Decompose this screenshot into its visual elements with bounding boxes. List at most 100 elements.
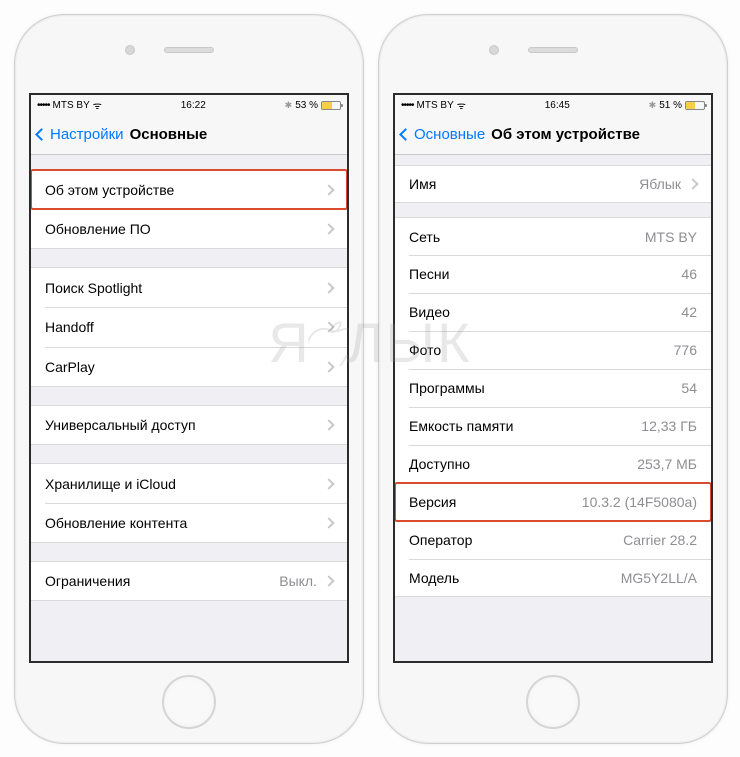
back-button[interactable]: Основные bbox=[401, 126, 485, 143]
table-row[interactable]: ИмяЯблык bbox=[395, 165, 711, 203]
table-row[interactable]: Об этом устройстве bbox=[31, 169, 347, 209]
cell-right bbox=[317, 519, 333, 527]
cell-label: Модель bbox=[409, 570, 459, 586]
table-row: ОператорCarrier 28.2 bbox=[395, 521, 711, 559]
back-label: Основные bbox=[414, 126, 485, 143]
table-row[interactable]: Обновление контента bbox=[31, 503, 347, 543]
cell-value: MTS BY bbox=[645, 229, 697, 245]
table-row[interactable]: Поиск Spotlight bbox=[31, 267, 347, 307]
table-row: Песни 46 bbox=[395, 255, 711, 293]
cell-label: Обновление контента bbox=[45, 515, 187, 531]
cell-right bbox=[317, 323, 333, 331]
cell-value: 42 bbox=[681, 304, 697, 320]
table-row: Видео42 bbox=[395, 293, 711, 331]
cell-value: 12,33 ГБ bbox=[641, 418, 697, 434]
screen-right: ••••• MTS BY ᯤ 16:45 ✱ 51 % Основные Об … bbox=[393, 93, 713, 663]
carrier-label: MTS BY bbox=[53, 100, 90, 111]
cell-right: 54 bbox=[681, 380, 697, 396]
status-bar: ••••• MTS BY ᯤ 16:45 ✱ 51 % bbox=[395, 95, 711, 115]
status-time: 16:22 bbox=[181, 100, 206, 111]
chevron-right-icon bbox=[323, 517, 334, 528]
cell-right: Яблык bbox=[639, 176, 697, 192]
front-camera bbox=[125, 45, 135, 55]
chevron-right-icon bbox=[687, 178, 698, 189]
status-right: ✱ 53 % bbox=[285, 100, 341, 111]
cell-label: Версия bbox=[409, 494, 456, 510]
settings-group: Универсальный доступ bbox=[31, 405, 347, 445]
cell-right: 46 bbox=[681, 266, 697, 282]
cell-value: 776 bbox=[674, 342, 697, 358]
phone-right: ••••• MTS BY ᯤ 16:45 ✱ 51 % Основные Об … bbox=[378, 14, 728, 744]
page-title: Об этом устройстве bbox=[491, 126, 640, 143]
speaker bbox=[528, 47, 578, 53]
cell-label: Поиск Spotlight bbox=[45, 280, 142, 296]
cell-value: 253,7 МБ bbox=[637, 456, 697, 472]
settings-list: Об этом устройстве Обновление ПО Поиск Spo… bbox=[31, 169, 347, 601]
cell-label: Универсальный доступ bbox=[45, 417, 196, 433]
battery-icon bbox=[685, 101, 705, 110]
chevron-right-icon bbox=[323, 575, 334, 586]
phone-left: ••••• MTS BY ᯤ 16:22 ✱ 53 % Настройки Ос… bbox=[14, 14, 364, 744]
table-row[interactable]: Хранилище и iCloud bbox=[31, 463, 347, 503]
status-right: ✱ 51 % bbox=[649, 100, 705, 111]
cell-right bbox=[317, 480, 333, 488]
about-list: ИмяЯблыкСетьMTS BYПесни46Видео42Фото776П… bbox=[395, 165, 711, 597]
settings-group: Хранилище и iCloud Обновление контента bbox=[31, 463, 347, 543]
back-button[interactable]: Настройки bbox=[37, 126, 124, 143]
bluetooth-icon: ✱ bbox=[649, 100, 657, 111]
status-bar: ••••• MTS BY ᯤ 16:22 ✱ 53 % bbox=[31, 95, 347, 115]
cell-value: 46 bbox=[681, 266, 697, 282]
cell-right bbox=[317, 363, 333, 371]
cell-right: 776 bbox=[674, 342, 697, 358]
chevron-left-icon bbox=[35, 128, 48, 141]
chevron-right-icon bbox=[323, 419, 334, 430]
table-row: Сеть MTS BY bbox=[395, 217, 711, 255]
cell-label: CarPlay bbox=[45, 359, 95, 375]
screen-left: ••••• MTS BY ᯤ 16:22 ✱ 53 % Настройки Ос… bbox=[29, 93, 349, 663]
settings-group: ИмяЯблык bbox=[395, 165, 711, 203]
cell-right bbox=[317, 186, 333, 194]
cell-value: Carrier 28.2 bbox=[623, 532, 697, 548]
cell-label: Обновление ПО bbox=[45, 221, 151, 237]
cell-right: 12,33 ГБ bbox=[641, 418, 697, 434]
cell-label: Доступно bbox=[409, 456, 470, 472]
cell-label: Песни bbox=[409, 266, 449, 282]
cell-right bbox=[317, 421, 333, 429]
cell-right: 10.3.2 (14F5080a) bbox=[582, 494, 697, 510]
table-row: Версия 10.3.2 (14F5080a) bbox=[395, 483, 711, 521]
chevron-left-icon bbox=[399, 128, 412, 141]
nav-bar: Основные Об этом устройстве bbox=[395, 115, 711, 155]
table-row[interactable]: Обновление ПО bbox=[31, 209, 347, 249]
battery-icon bbox=[321, 101, 341, 110]
cell-label: Handoff bbox=[45, 319, 94, 335]
table-row[interactable]: ОграниченияВыкл. bbox=[31, 561, 347, 601]
chevron-right-icon bbox=[323, 184, 334, 195]
carrier-label: MTS BY bbox=[417, 100, 454, 111]
cell-label: Сеть bbox=[409, 229, 440, 245]
wifi-icon: ᯤ bbox=[93, 98, 102, 112]
table-row[interactable]: Универсальный доступ bbox=[31, 405, 347, 445]
table-row[interactable]: Handoff bbox=[31, 307, 347, 347]
settings-group: Об этом устройстве Обновление ПО bbox=[31, 169, 347, 249]
back-label: Настройки bbox=[50, 126, 124, 143]
battery-percent: 53 % bbox=[295, 100, 318, 111]
table-row: Доступно 253,7 МБ bbox=[395, 445, 711, 483]
home-button[interactable] bbox=[162, 675, 216, 729]
home-button[interactable] bbox=[526, 675, 580, 729]
cell-right: MG5Y2LL/A bbox=[621, 570, 697, 586]
cell-value: Яблык bbox=[639, 176, 681, 192]
cell-value: Выкл. bbox=[279, 573, 317, 589]
table-row: Модель MG5Y2LL/A bbox=[395, 559, 711, 597]
chevron-right-icon bbox=[323, 223, 334, 234]
table-row[interactable]: CarPlay bbox=[31, 347, 347, 387]
cell-label: Хранилище и iCloud bbox=[45, 476, 176, 492]
chevron-right-icon bbox=[323, 321, 334, 332]
chevron-right-icon bbox=[323, 478, 334, 489]
page-title: Основные bbox=[130, 126, 208, 143]
bluetooth-icon: ✱ bbox=[285, 100, 293, 111]
chevron-right-icon bbox=[323, 282, 334, 293]
cell-label: Программы bbox=[409, 380, 485, 396]
chevron-right-icon bbox=[323, 361, 334, 372]
cell-right: 253,7 МБ bbox=[637, 456, 697, 472]
speaker bbox=[164, 47, 214, 53]
